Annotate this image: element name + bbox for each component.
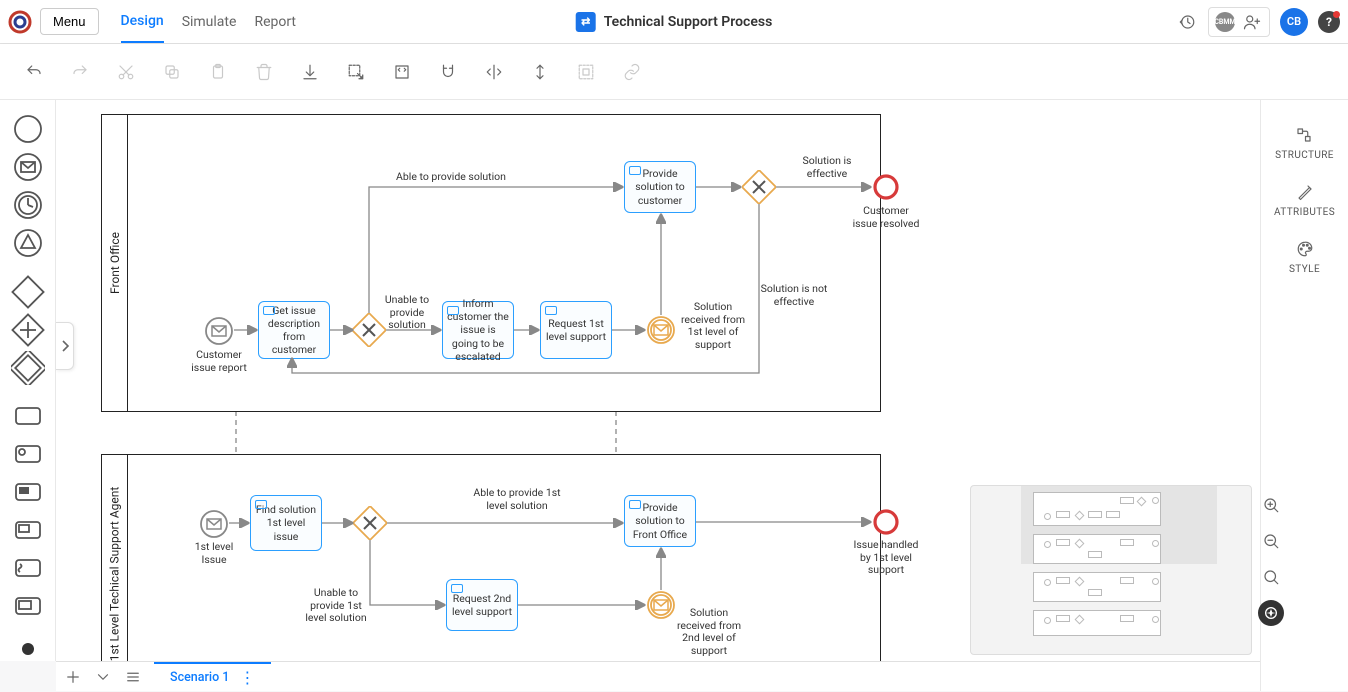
- scenario-dropdown-icon[interactable]: [94, 668, 112, 686]
- palette-task[interactable]: [11, 399, 45, 433]
- expand-palette-handle[interactable]: [56, 322, 74, 370]
- scenario-tab-label: Scenario 1: [170, 670, 229, 685]
- palette-receive-task[interactable]: [11, 513, 45, 547]
- collaboration-box[interactable]: CBMM: [1208, 7, 1270, 37]
- minimap-controls: [1255, 492, 1287, 626]
- palette-script-task[interactable]: [11, 551, 45, 585]
- help-icon[interactable]: ?: [1318, 11, 1340, 33]
- shape-palette: [0, 100, 56, 661]
- palette-complex-gateway[interactable]: [11, 351, 45, 385]
- minimap[interactable]: [970, 485, 1252, 655]
- toggle-minimap-icon[interactable]: [1258, 600, 1284, 626]
- panel-structure-label: STRUCTURE: [1275, 150, 1334, 161]
- tab-design[interactable]: Design: [121, 0, 164, 43]
- add-scenario-button[interactable]: [64, 668, 82, 686]
- select-box-icon[interactable]: [346, 62, 366, 82]
- distribute-h-icon[interactable]: [484, 62, 504, 82]
- pool-l1-agent[interactable]: 1st Level Techical Support Agent 1st lev…: [101, 454, 881, 661]
- mode-tabs: Design Simulate Report: [121, 0, 296, 43]
- minimap-pool-1: [1033, 492, 1161, 526]
- zoom-in-icon[interactable]: [1258, 492, 1284, 518]
- scenario-tab-menu-icon[interactable]: ⋮: [239, 668, 255, 687]
- app-logo: [8, 10, 32, 34]
- undo-icon[interactable]: [24, 62, 44, 82]
- add-user-icon: [1241, 11, 1263, 33]
- tab-report[interactable]: Report: [254, 0, 296, 43]
- minimap-pool-3: [1033, 572, 1161, 602]
- palette-message-start-event[interactable]: [11, 150, 45, 184]
- paste-icon[interactable]: [208, 62, 228, 82]
- pool-front-office[interactable]: Front Office Customer issue report Get i…: [101, 114, 881, 412]
- panel-structure[interactable]: STRUCTURE: [1275, 126, 1334, 161]
- align-icon[interactable]: [392, 62, 412, 82]
- palette-parallel-gateway[interactable]: [11, 313, 45, 347]
- palette-send-task[interactable]: [11, 475, 45, 509]
- palette-call-activity[interactable]: [11, 589, 45, 623]
- user-avatar[interactable]: CB: [1280, 8, 1308, 36]
- process-type-icon: ⇄: [576, 12, 596, 32]
- cut-icon[interactable]: [116, 62, 136, 82]
- panel-style[interactable]: STYLE: [1289, 240, 1320, 275]
- palette-signal-event[interactable]: [11, 226, 45, 260]
- group-icon[interactable]: [576, 62, 596, 82]
- copy-icon[interactable]: [162, 62, 182, 82]
- panel-style-label: STYLE: [1289, 264, 1320, 275]
- palette-service-task[interactable]: [11, 437, 45, 471]
- zoom-fit-icon[interactable]: [1258, 564, 1284, 590]
- zoom-out-icon[interactable]: [1258, 528, 1284, 554]
- menu-button[interactable]: Menu: [40, 8, 99, 35]
- palette-exclusive-gateway[interactable]: [11, 275, 45, 309]
- edit-toolbar: [0, 44, 1348, 100]
- topbar: Menu Design Simulate Report ⇄ Technical …: [0, 0, 1348, 44]
- magnet-icon[interactable]: [438, 62, 458, 82]
- palette-timer-event[interactable]: [11, 188, 45, 222]
- scenario-list-icon[interactable]: [124, 668, 142, 686]
- minimap-pool-2: [1033, 534, 1161, 564]
- palette-collapsed-subprocess[interactable]: [11, 627, 45, 661]
- history-icon[interactable]: [1176, 11, 1198, 33]
- download-icon[interactable]: [300, 62, 320, 82]
- redo-icon[interactable]: [70, 62, 90, 82]
- cbmm-badge-icon: CBMM: [1215, 12, 1235, 32]
- scenario-tab-1[interactable]: Scenario 1 ⋮: [154, 662, 271, 692]
- panel-attributes-label: ATTRIBUTES: [1274, 207, 1335, 218]
- bottom-bar: Scenario 1 ⋮: [56, 661, 1260, 691]
- tab-simulate[interactable]: Simulate: [182, 0, 237, 43]
- process-title-text: Technical Support Process: [604, 14, 773, 30]
- distribute-v-icon[interactable]: [530, 62, 550, 82]
- delete-icon[interactable]: [254, 62, 274, 82]
- link-icon[interactable]: [622, 62, 642, 82]
- process-title: ⇄ Technical Support Process: [576, 12, 773, 32]
- header-right-controls: CBMM CB ?: [1176, 7, 1340, 37]
- minimap-pool-4: [1033, 610, 1161, 636]
- panel-attributes[interactable]: ATTRIBUTES: [1274, 183, 1335, 218]
- palette-start-event[interactable]: [11, 112, 45, 146]
